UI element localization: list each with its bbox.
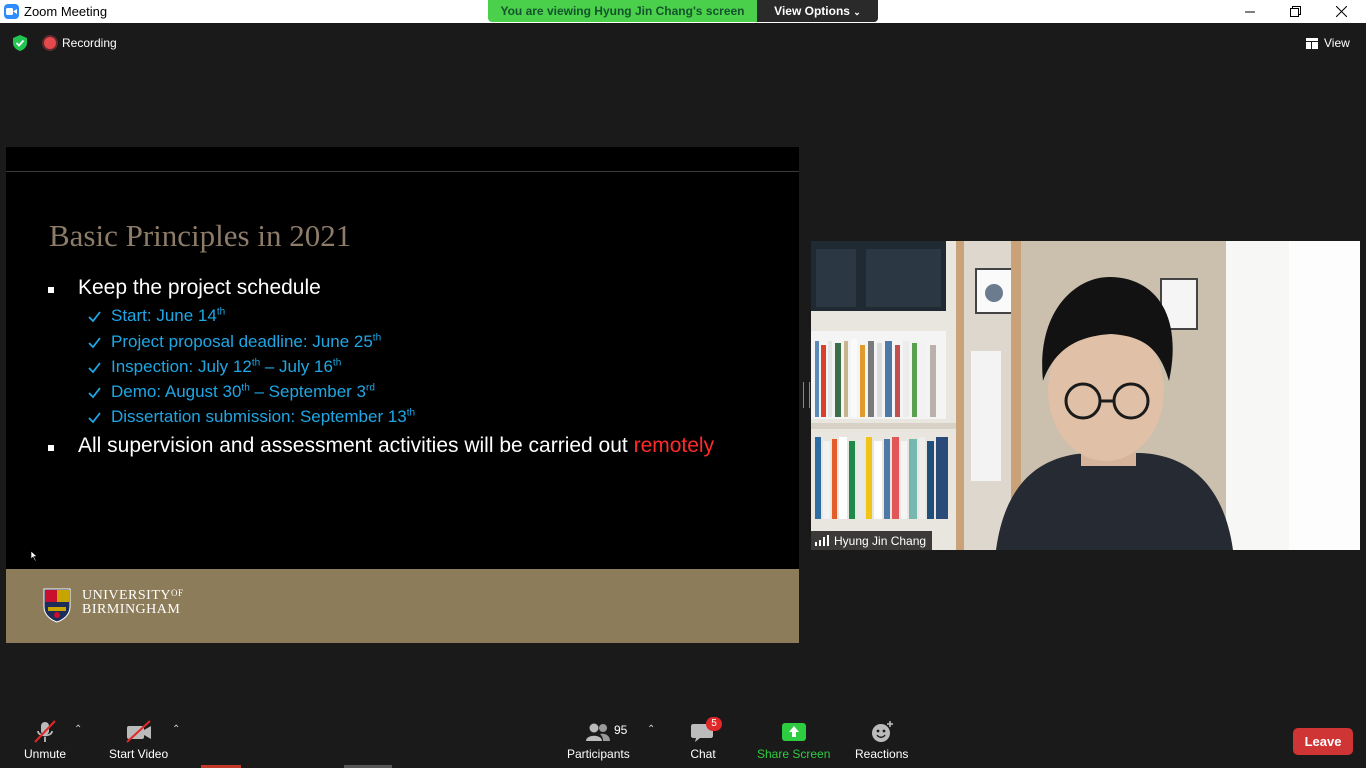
- viewing-banner-text: You are viewing Hyung Jin Chang's screen: [500, 4, 745, 18]
- slide-title: Basic Principles in 2021: [49, 218, 352, 253]
- sub-item-sup: th: [332, 357, 342, 369]
- signal-strength-icon: [815, 535, 829, 546]
- sub-item-sup: th: [406, 407, 416, 419]
- meeting-toolbar: Unmute ⌃ Start Video ⌃ Participants 95 ⌃…: [0, 714, 1366, 768]
- zoom-app-icon: [4, 4, 19, 19]
- slide-bullet-2-text: All supervision and assessment activitie…: [78, 434, 634, 457]
- participant-name-tag: Hyung Jin Chang: [811, 531, 933, 550]
- leave-button[interactable]: Leave: [1293, 728, 1353, 755]
- sub-item-text: Inspection: July 12: [111, 357, 252, 376]
- checkmark-icon: [88, 310, 101, 322]
- chevron-down-icon: ⌄: [853, 7, 861, 17]
- video-options-caret-icon[interactable]: ⌃: [172, 724, 180, 735]
- recording-label: Recording: [62, 36, 117, 50]
- shared-screen: Basic Principles in 2021 Keep the projec…: [6, 147, 799, 643]
- sub-item-text: Project proposal deadline: June 25: [111, 332, 373, 351]
- sub-item-text: – September 3: [249, 382, 367, 401]
- participants-label: Participants: [567, 747, 630, 761]
- bullet-square-icon: [48, 287, 54, 293]
- university-of: OF: [171, 588, 184, 598]
- slide-bullet-2: All supervision and assessment activitie…: [78, 434, 714, 458]
- view-options-label: View Options: [774, 4, 850, 18]
- reactions-button[interactable]: Reactions: [855, 720, 908, 761]
- participant-name: Hyung Jin Chang: [834, 533, 927, 548]
- participants-icon: [586, 723, 611, 741]
- sub-item-sup: th: [241, 382, 250, 394]
- recording-dot-icon: [44, 37, 56, 49]
- share-screen-button[interactable]: Share Screen: [757, 720, 830, 761]
- microphone-muted-icon: [34, 720, 56, 743]
- slide-footer: UNIVERSITYOF BIRMINGHAM: [6, 569, 799, 643]
- slide-sub-item: Demo: August 30th – September 3rd: [88, 382, 375, 402]
- reactions-label: Reactions: [855, 747, 909, 761]
- slide-sub-item: Inspection: July 12th – July 16th: [88, 357, 341, 377]
- university-name-line2: BIRMINGHAM: [82, 602, 181, 617]
- slide-sub-item: Dissertation submission: September 13th: [88, 407, 415, 427]
- university-word: UNIVERSITY: [82, 588, 171, 603]
- panel-resize-handle[interactable]: [803, 382, 810, 408]
- slide-bullet-2-highlight: remotely: [633, 434, 715, 457]
- audio-options-caret-icon[interactable]: ⌃: [74, 724, 82, 735]
- reactions-smiley-icon: [871, 721, 893, 742]
- mouse-cursor-icon: [31, 551, 38, 561]
- sub-item-text: Dissertation submission: September 13: [111, 407, 407, 426]
- chat-unread-badge: 5: [706, 717, 722, 731]
- share-screen-label: Share Screen: [757, 747, 831, 761]
- start-video-label: Start Video: [109, 747, 169, 761]
- sub-item-sup: th: [251, 357, 261, 369]
- window-title: Zoom Meeting: [24, 4, 108, 19]
- viewing-banner: You are viewing Hyung Jin Chang's screen…: [488, 0, 878, 22]
- sub-item-sup: th: [216, 306, 226, 318]
- close-icon[interactable]: [1318, 0, 1364, 23]
- restore-icon[interactable]: [1272, 0, 1318, 23]
- video-camera-muted-icon: [125, 720, 151, 743]
- participant-video[interactable]: Hyung Jin Chang: [811, 241, 1360, 550]
- sub-item-sup: th: [372, 332, 382, 344]
- security-shield-icon[interactable]: [12, 35, 28, 51]
- unmute-button[interactable]: Unmute: [24, 720, 66, 761]
- sub-item-text: Start: June 14: [111, 306, 217, 325]
- unmute-label: Unmute: [24, 747, 67, 761]
- presentation-slide: Basic Principles in 2021 Keep the projec…: [6, 171, 799, 643]
- slide-bullet-1: Keep the project schedule: [78, 276, 321, 299]
- chat-label: Chat: [690, 747, 716, 761]
- share-screen-icon: [781, 723, 806, 741]
- minimize-icon[interactable]: [1227, 0, 1273, 23]
- bullet-square-icon: [48, 445, 54, 451]
- checkmark-icon: [88, 386, 101, 398]
- slide-sub-item: Start: June 14th: [88, 306, 225, 326]
- view-options-button[interactable]: View Options ⌄: [757, 0, 878, 22]
- start-video-button[interactable]: Start Video: [109, 720, 168, 761]
- view-button[interactable]: View: [1306, 35, 1350, 51]
- participants-count: 95: [614, 723, 628, 737]
- video-feed-image: [811, 241, 1360, 550]
- participants-options-caret-icon[interactable]: ⌃: [647, 724, 655, 735]
- sub-item-text: Demo: August 30: [111, 382, 242, 401]
- view-label: View: [1324, 36, 1350, 50]
- checkmark-icon: [88, 336, 101, 348]
- sub-item-text: – July 16: [260, 357, 333, 376]
- sub-item-sup: rd: [366, 382, 375, 394]
- recording-indicator[interactable]: Recording: [44, 35, 117, 51]
- checkmark-icon: [88, 411, 101, 423]
- university-crest-icon: [43, 588, 71, 623]
- checkmark-icon: [88, 361, 101, 373]
- slide-sub-item: Project proposal deadline: June 25th: [88, 332, 381, 352]
- view-grid-icon: [1306, 37, 1318, 49]
